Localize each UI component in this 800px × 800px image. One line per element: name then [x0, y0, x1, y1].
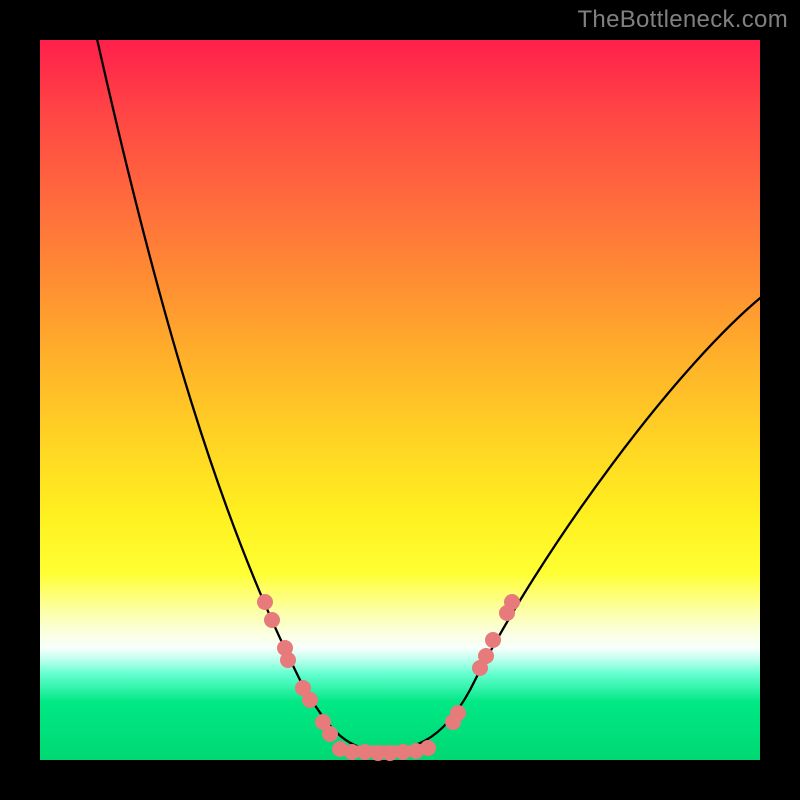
data-dot: [257, 594, 273, 610]
data-dot: [420, 740, 436, 756]
data-dot: [280, 652, 296, 668]
plot-area: [40, 40, 760, 760]
data-dot: [450, 705, 466, 721]
curve-svg: [40, 40, 760, 760]
chart-container: TheBottleneck.com: [0, 0, 800, 800]
data-dot: [264, 612, 280, 628]
bottleneck-curve: [95, 30, 770, 750]
data-dots: [257, 594, 520, 761]
data-dot: [478, 648, 494, 664]
data-dot: [485, 632, 501, 648]
data-dot: [302, 692, 318, 708]
watermark-text: TheBottleneck.com: [577, 6, 788, 34]
data-dot: [322, 726, 338, 742]
data-dot: [504, 594, 520, 610]
